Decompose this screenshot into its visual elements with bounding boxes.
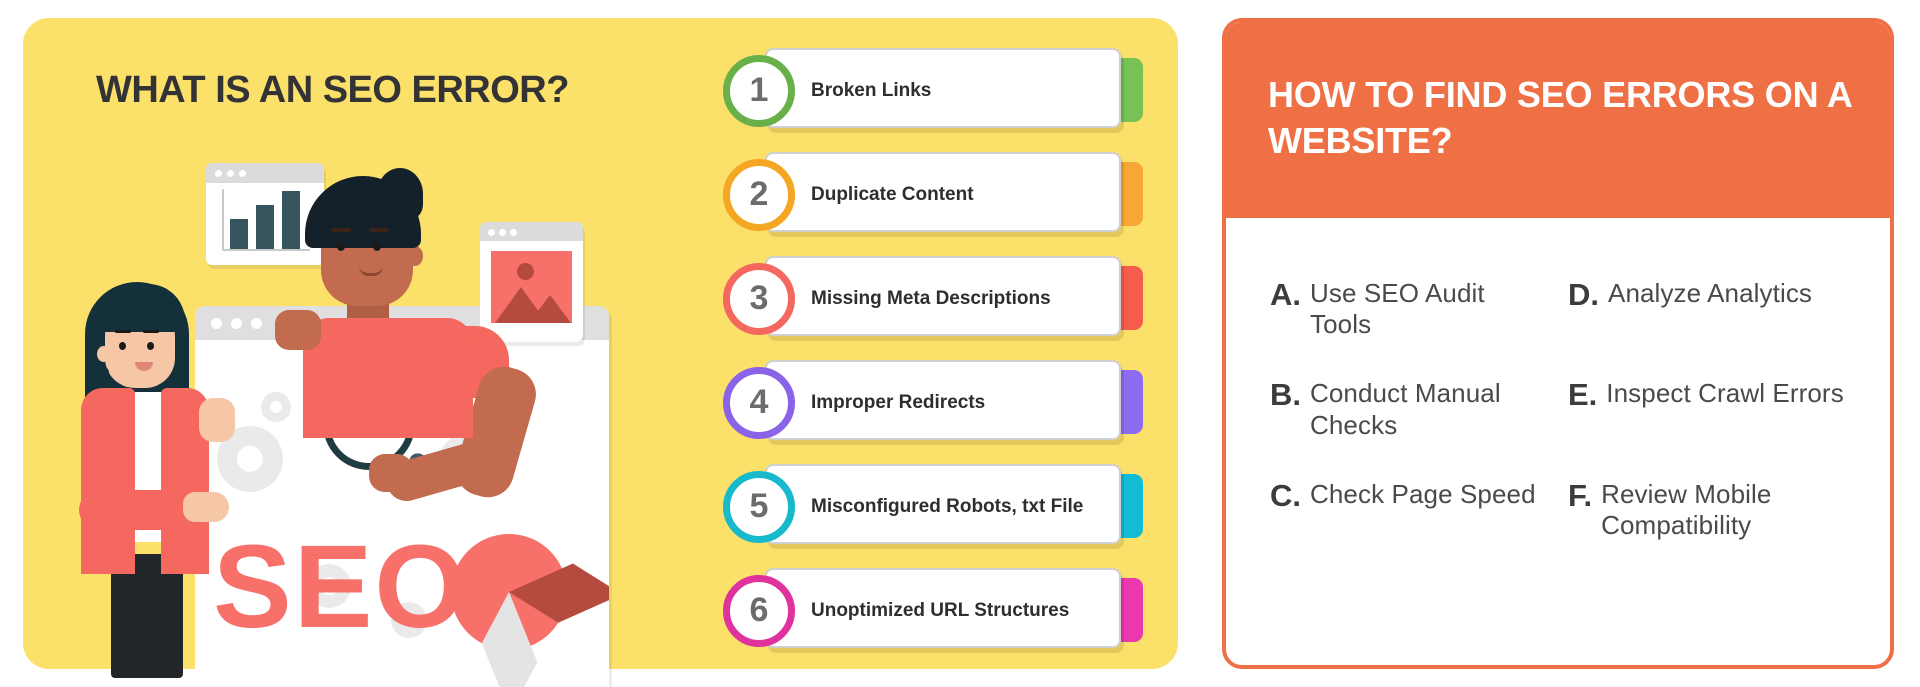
card-label: Duplicate Content bbox=[811, 184, 974, 205]
seo-illustration: SEO bbox=[63, 158, 693, 687]
card-label: Misconfigured Robots, txt File bbox=[811, 496, 1084, 517]
pie-slice bbox=[509, 563, 609, 623]
woman-hair-top bbox=[93, 284, 185, 332]
card-number-badge: 6 bbox=[723, 575, 795, 647]
step-text: Conduct Manual Checks bbox=[1310, 378, 1501, 440]
card-label: Improper Redirects bbox=[811, 392, 986, 413]
left-yellow-panel: WHAT IS AN SEO ERROR? SEO 1 Broken Links… bbox=[23, 18, 1178, 687]
man-eyebrow bbox=[369, 228, 389, 232]
woman-eye bbox=[119, 342, 126, 350]
card-number: 3 bbox=[749, 279, 769, 317]
step-letter: F. bbox=[1568, 477, 1593, 513]
seo-wordmark: SEO bbox=[213, 521, 469, 653]
card-number: 6 bbox=[749, 591, 769, 629]
card-number: 4 bbox=[749, 383, 769, 421]
woman-hand bbox=[199, 398, 235, 442]
woman-eyebrow bbox=[143, 330, 159, 333]
list-item[interactable]: C. Check Page Speed bbox=[1270, 477, 1552, 541]
man-eye bbox=[373, 242, 381, 251]
card-label: Unoptimized URL Structures bbox=[811, 600, 1070, 621]
step-letter: D. bbox=[1568, 277, 1599, 312]
card-number-badge: 2 bbox=[723, 159, 795, 231]
how-to-find-steps-list: A. Use SEO Audit Tools D. Analyze Analyt… bbox=[1226, 218, 1890, 665]
chart-bar bbox=[256, 205, 274, 249]
window-dot-icon bbox=[227, 170, 234, 177]
list-item[interactable]: 3 Missing Meta Descriptions bbox=[723, 256, 1143, 342]
page-title: WHAT IS AN SEO ERROR? bbox=[96, 69, 569, 111]
man-hand bbox=[369, 454, 413, 492]
man-eyebrow bbox=[331, 228, 351, 232]
window-dot-icon bbox=[215, 170, 222, 177]
character-woman bbox=[71, 276, 251, 678]
right-panel-header: HOW TO FIND SEO ERRORS ON A WEBSITE? bbox=[1226, 22, 1890, 218]
card-number-badge: 1 bbox=[723, 55, 795, 127]
step-letter: B. bbox=[1270, 377, 1301, 413]
man-hair-tuft bbox=[377, 168, 423, 220]
card-number-badge: 5 bbox=[723, 471, 795, 543]
window-dot-icon bbox=[251, 318, 262, 329]
character-man bbox=[275, 158, 611, 506]
man-eye bbox=[337, 242, 345, 251]
card-number: 2 bbox=[749, 175, 769, 213]
woman-pointing-hand bbox=[183, 492, 229, 522]
list-item[interactable]: E. Inspect Crawl Errors bbox=[1568, 378, 1850, 440]
woman-eyebrow bbox=[115, 330, 131, 333]
list-item[interactable]: 5 Misconfigured Robots, txt File bbox=[723, 464, 1143, 550]
step-letter: E. bbox=[1568, 377, 1598, 413]
step-letter: A. bbox=[1270, 277, 1301, 312]
woman-earring bbox=[95, 366, 109, 380]
list-item[interactable]: 6 Unoptimized URL Structures bbox=[723, 568, 1143, 654]
chart-bar bbox=[230, 219, 248, 249]
window-dot-icon bbox=[239, 170, 246, 177]
step-text: Check Page Speed bbox=[1310, 478, 1536, 509]
seo-error-list: 1 Broken Links 2 Duplicate Content 3 Mis… bbox=[723, 48, 1143, 672]
card-label: Broken Links bbox=[811, 80, 932, 101]
woman-arm bbox=[79, 490, 199, 530]
pie-chart-icon bbox=[451, 534, 609, 687]
step-text: Analyze Analytics bbox=[1608, 278, 1813, 308]
list-item[interactable]: 2 Duplicate Content bbox=[723, 152, 1143, 238]
step-text: Review Mobile Compatibility bbox=[1601, 478, 1772, 540]
list-item[interactable]: 4 Improper Redirects bbox=[723, 360, 1143, 446]
infographic-root: WHAT IS AN SEO ERROR? SEO 1 Broken Links… bbox=[0, 0, 1920, 687]
man-ear bbox=[407, 246, 423, 266]
list-item[interactable]: B. Conduct Manual Checks bbox=[1270, 378, 1552, 440]
woman-ear bbox=[97, 346, 110, 362]
pie-slice-gap bbox=[481, 592, 538, 687]
right-orange-panel: HOW TO FIND SEO ERRORS ON A WEBSITE? A. … bbox=[1222, 18, 1894, 669]
woman-jacket bbox=[81, 388, 135, 574]
list-item[interactable]: D. Analyze Analytics bbox=[1568, 278, 1850, 340]
man-hand bbox=[275, 310, 321, 350]
card-number: 5 bbox=[749, 487, 769, 525]
card-label: Missing Meta Descriptions bbox=[811, 288, 1051, 309]
list-item[interactable]: 1 Broken Links bbox=[723, 48, 1143, 134]
list-item[interactable]: F. Review Mobile Compatibility bbox=[1568, 477, 1850, 541]
step-letter: C. bbox=[1270, 477, 1301, 513]
step-text: Inspect Crawl Errors bbox=[1606, 378, 1844, 409]
right-panel-title: HOW TO FIND SEO ERRORS ON A WEBSITE? bbox=[1268, 74, 1852, 162]
woman-eye bbox=[147, 342, 154, 350]
man-shirt bbox=[303, 318, 473, 438]
card-number-badge: 4 bbox=[723, 367, 795, 439]
card-number-badge: 3 bbox=[723, 263, 795, 335]
step-text: Use SEO Audit Tools bbox=[1310, 278, 1485, 340]
list-item[interactable]: A. Use SEO Audit Tools bbox=[1270, 278, 1552, 340]
card-number: 1 bbox=[749, 71, 769, 109]
